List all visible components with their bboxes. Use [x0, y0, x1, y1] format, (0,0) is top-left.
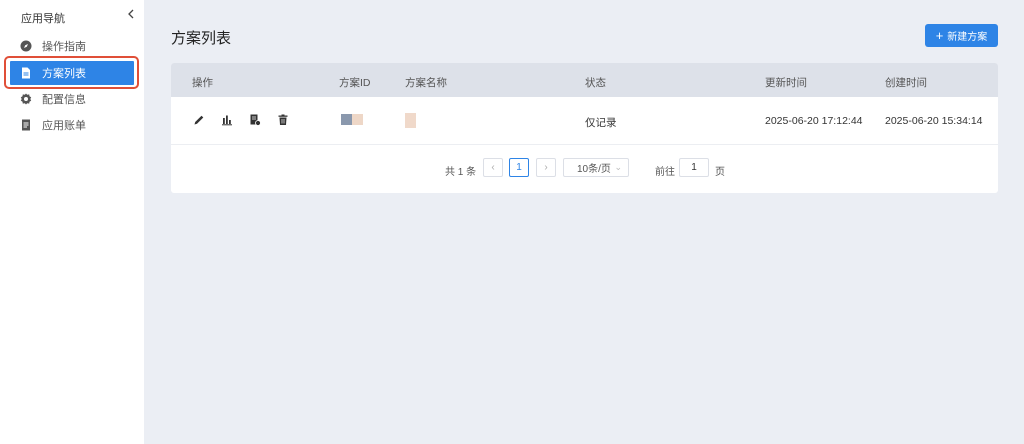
chevron-left-icon[interactable]	[124, 6, 138, 22]
header-id: 方案ID	[339, 77, 371, 89]
chevron-left-icon: ‹	[491, 162, 495, 173]
next-page-button[interactable]: ›	[536, 158, 556, 177]
compass-icon	[20, 40, 32, 52]
created-cell: 2025-06-20 15:34:14	[885, 115, 983, 127]
header-name: 方案名称	[405, 77, 447, 89]
new-plan-button[interactable]: + 新建方案	[925, 24, 998, 47]
goto-label: 前往	[655, 167, 675, 178]
sidebar-item-guide[interactable]: 操作指南	[10, 34, 134, 58]
sidebar: 应用导航 操作指南 方案列表 配置信息 应用账单	[0, 0, 144, 444]
header-created: 创建时间	[885, 77, 927, 89]
page-size-select[interactable]: 10条/页 ⌄	[563, 158, 629, 177]
table-row: 仅记录 2025-06-20 17:12:44 2025-06-20 15:34…	[171, 97, 998, 145]
sidebar-item-label: 配置信息	[42, 94, 86, 106]
document-icon	[20, 67, 32, 79]
page-suffix-label: 页	[715, 167, 725, 178]
new-plan-button-label: 新建方案	[947, 32, 988, 43]
redacted-id-part	[341, 114, 352, 125]
pagination: 共 1 条 ‹ 1 › 10条/页 ⌄ 前往 页	[171, 158, 998, 178]
pagination-total: 共 1 条	[445, 167, 477, 178]
header-updated: 更新时间	[765, 77, 807, 89]
page-title: 方案列表	[171, 30, 232, 47]
prev-page-button[interactable]: ‹	[483, 158, 503, 177]
sidebar-header: 应用导航	[0, 0, 144, 30]
bill-icon	[20, 119, 32, 131]
status-cell: 仅记录	[585, 117, 617, 129]
sidebar-title: 应用导航	[21, 13, 65, 25]
sidebar-item-plan-list[interactable]: 方案列表	[10, 61, 134, 85]
sidebar-item-config[interactable]: 配置信息	[10, 87, 134, 111]
plan-table: 操作 方案ID 方案名称 状态 更新时间 创建时间 仅记录 2025-06-20…	[171, 63, 998, 193]
table-header: 操作 方案ID 方案名称 状态 更新时间 创建时间	[171, 63, 998, 97]
sidebar-item-label: 应用账单	[42, 120, 86, 132]
page-number-current[interactable]: 1	[509, 158, 529, 177]
report-icon[interactable]	[249, 114, 261, 126]
chevron-right-icon: ›	[544, 162, 548, 173]
redacted-id-part	[352, 114, 363, 125]
page-size-value: 10条/页	[577, 164, 611, 175]
plus-icon: +	[935, 28, 944, 43]
sidebar-item-billing[interactable]: 应用账单	[10, 113, 134, 137]
sidebar-item-label: 操作指南	[42, 41, 86, 53]
header-ops: 操作	[192, 77, 213, 89]
goto-page-input[interactable]	[679, 158, 709, 177]
chart-icon[interactable]	[221, 114, 233, 126]
header-status: 状态	[585, 77, 606, 89]
sidebar-item-label: 方案列表	[42, 68, 86, 80]
updated-cell: 2025-06-20 17:12:44	[765, 115, 863, 127]
edit-icon[interactable]	[193, 114, 205, 126]
gear-icon	[20, 93, 32, 105]
chevron-down-icon: ⌄	[614, 162, 622, 172]
redacted-name	[405, 113, 416, 128]
delete-icon[interactable]	[277, 114, 289, 126]
